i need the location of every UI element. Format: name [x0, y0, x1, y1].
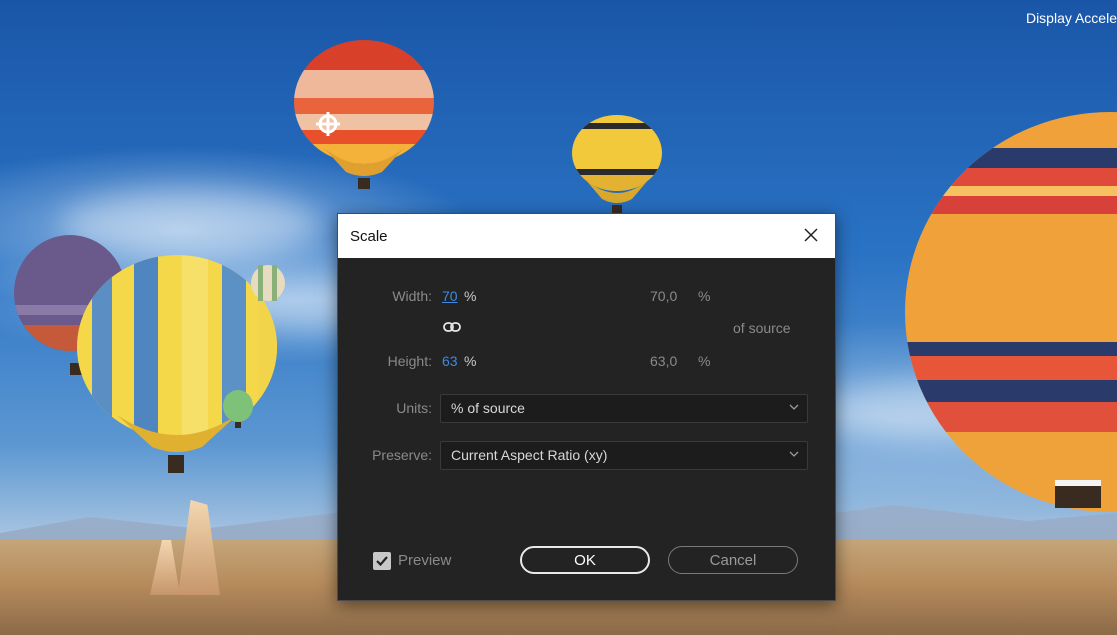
hot-air-balloon [294, 40, 434, 189]
dialog-titlebar[interactable]: Scale [338, 214, 835, 258]
close-button[interactable] [799, 223, 823, 247]
constrain-proportions-toggle[interactable] [442, 320, 462, 334]
checkmark-icon [376, 556, 388, 567]
close-icon [804, 228, 818, 242]
ok-button[interactable]: OK [520, 546, 650, 574]
hot-air-balloon [251, 265, 285, 301]
width-scrubby-value[interactable]: 70 [442, 288, 458, 304]
width-unit: % [464, 288, 477, 304]
height-scrubby-value[interactable]: 63 [442, 353, 458, 369]
dialog-title: Scale [350, 227, 388, 245]
preview-label[interactable]: Preview [398, 552, 451, 569]
cancel-button[interactable]: Cancel [668, 546, 798, 574]
hot-air-balloon [905, 112, 1117, 512]
preview-checkbox[interactable] [373, 552, 391, 570]
hot-air-balloon [223, 390, 253, 428]
height-label: Height: [387, 353, 432, 369]
width-label: Width: [392, 288, 432, 304]
preserve-selected-value: Current Aspect Ratio (xy) [451, 447, 608, 463]
chevron-down-icon [789, 451, 799, 457]
chevron-down-icon [789, 404, 799, 410]
preserve-label: Preserve: [372, 447, 432, 463]
height-readout-unit: % [698, 353, 711, 369]
height-unit: % [464, 353, 477, 369]
units-label: Units: [396, 400, 432, 416]
units-dropdown[interactable]: % of source [440, 394, 808, 423]
height-readout: 63,0 [650, 353, 678, 369]
hot-air-balloon [572, 115, 662, 213]
link-icon [443, 322, 461, 332]
units-selected-value: % of source [451, 400, 525, 416]
width-readout: 70,0 [650, 288, 678, 304]
overlay-text: Display Accele [1025, 10, 1117, 26]
of-source-label: of source [733, 320, 791, 336]
scale-dialog: Scale Width: 70 % 70,0 % of source Heigh… [337, 213, 836, 601]
width-readout-unit: % [698, 288, 711, 304]
preserve-dropdown[interactable]: Current Aspect Ratio (xy) [440, 441, 808, 470]
